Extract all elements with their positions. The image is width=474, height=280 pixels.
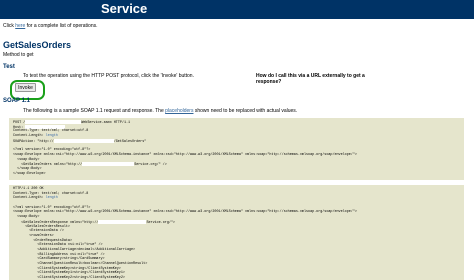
operations-list-link[interactable]: here bbox=[15, 23, 25, 29]
code-text: <ClientSystemKey1>string</ClientSystemKe… bbox=[13, 271, 125, 276]
soap11-desc-suffix: shown need to be replaced with actual va… bbox=[193, 108, 298, 114]
code-text: <GetSalesOrdersResult> bbox=[13, 224, 70, 229]
service-title: Service bbox=[101, 1, 148, 16]
code-text: <AdditionalCarriage>decimal</AdditionalC… bbox=[13, 247, 136, 252]
code-text: </soap:Envelope> bbox=[13, 171, 46, 176]
placeholders-link: placeholders bbox=[165, 108, 194, 114]
code-text: <CardSummary>string</CardSummary> bbox=[13, 257, 105, 262]
code-text: <rowsOrders> bbox=[13, 233, 54, 238]
operation-description: Method to get bbox=[3, 52, 34, 58]
redaction-box bbox=[53, 138, 114, 143]
code-text: WebService.asmx HTTP/1.1 bbox=[81, 120, 131, 125]
operation-title: GetSalesOrders bbox=[3, 40, 72, 50]
code-text: <ChannelQuestionResult>boolean</ChannelQ… bbox=[13, 262, 148, 266]
soap-response-code: HTTP/1.1 200 OK Content-Type: text/xml; c… bbox=[9, 185, 464, 280]
code-text: Content-Type: text/xml; charset=utf-8 bbox=[13, 129, 89, 134]
redaction-box bbox=[98, 219, 147, 224]
code-text: Content-Length: bbox=[13, 196, 46, 201]
code-text: <soap:Envelope xmlns:xsi="http://www.w3.… bbox=[13, 152, 357, 157]
code-placeholder: length bbox=[45, 134, 58, 139]
redaction-box bbox=[82, 162, 135, 167]
code-text: <ExtensionData /> bbox=[13, 229, 64, 234]
soap11-heading: SOAP 1.1 bbox=[3, 98, 30, 104]
code-text: Content-Length: bbox=[13, 134, 46, 139]
test-instructions: To test the operation using the HTTP POS… bbox=[23, 73, 194, 79]
code-text: <ClientSystemKey2>string</ClientSystemKe… bbox=[13, 276, 125, 280]
operations-intro: Click here for a complete list of operat… bbox=[3, 23, 98, 29]
code-text: <ExtensionData xsi:nil="true" /> bbox=[13, 243, 103, 248]
code-text: HTTP/1.1 200 OK bbox=[13, 187, 44, 191]
soap-request-code: POST / WebService.asmx HTTP/1.1 Host: Cont… bbox=[9, 118, 464, 180]
invoke-button[interactable]: Invoke bbox=[15, 83, 36, 92]
intro-prefix: Click bbox=[3, 23, 16, 29]
code-text: <soap:Envelope xmlns:xsi="http://www.w3.… bbox=[13, 210, 357, 215]
redaction-box bbox=[25, 120, 82, 124]
code-text: <?xml version="1.0" encoding="utf-8"?> bbox=[13, 148, 91, 153]
code-line: </soap:Envelope> bbox=[13, 172, 460, 177]
soap11-description: The following is a sample SOAP 1.1 reque… bbox=[23, 108, 297, 114]
code-text: <soap:Body> bbox=[13, 157, 40, 162]
code-line: <ClientSystemKey2>string</ClientSystemKe… bbox=[13, 276, 460, 280]
code-text: </soap:Body> bbox=[13, 166, 42, 171]
code-placeholder: length bbox=[45, 196, 58, 201]
code-text: /GetSalesOrders" bbox=[113, 139, 147, 144]
page-header: Service bbox=[0, 0, 474, 19]
code-text: SOAPAction: "http:// bbox=[13, 139, 54, 144]
soap11-desc-prefix: The following is a sample SOAP 1.1 reque… bbox=[23, 108, 166, 114]
code-text: Service.org/"> bbox=[146, 220, 175, 225]
code-text: <OrderRequestsData> bbox=[13, 238, 73, 243]
intro-suffix: for a complete list of operations. bbox=[25, 23, 98, 29]
question-callout: How do I call this via a URL externally … bbox=[256, 73, 365, 85]
test-heading: Test bbox=[3, 64, 15, 70]
code-text: Service.org/" /> bbox=[134, 163, 167, 168]
code-text: <soap:Body> bbox=[13, 215, 40, 220]
